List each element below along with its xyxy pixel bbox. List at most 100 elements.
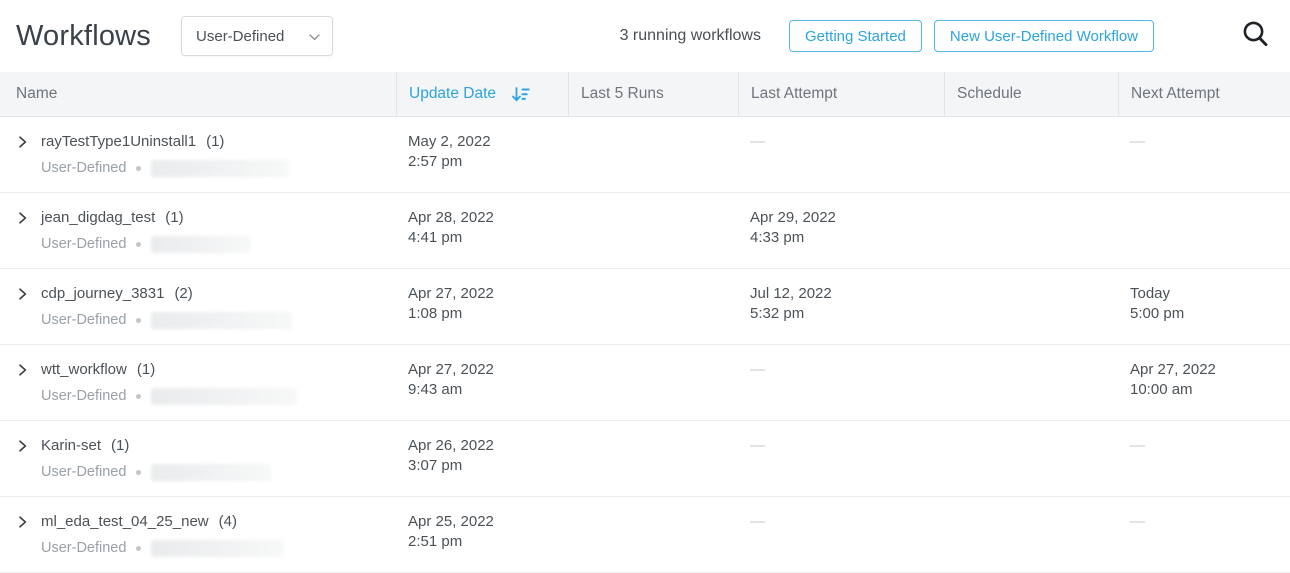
chevron-right-icon[interactable] [16, 211, 29, 231]
chevron-right-icon[interactable] [16, 135, 29, 155]
separator-dot [136, 394, 141, 399]
chevron-right-icon[interactable] [16, 515, 29, 535]
last-attempt-date: — [750, 436, 944, 456]
next-attempt-date: Today [1130, 284, 1290, 304]
workflow-subline: User-Defined [41, 538, 284, 558]
column-header-update-date[interactable]: Update Date [396, 72, 568, 116]
chevron-right-icon[interactable] [16, 287, 29, 307]
chevron-down-icon [309, 28, 320, 45]
last-attempt-cell: Jul 12, 2022 5:32 pm [738, 269, 944, 344]
table-row[interactable]: Karin-set (1) User-Defined Apr 26, 2022 … [0, 421, 1290, 497]
update-time: 4:41 pm [408, 228, 568, 248]
schedule-cell [944, 421, 1118, 496]
table-row[interactable]: wtt_workflow (1) User-Defined Apr 27, 20… [0, 345, 1290, 421]
workflow-subline: User-Defined [41, 234, 251, 254]
column-header-name[interactable]: Name [0, 72, 396, 116]
update-date-cell: May 2, 2022 2:57 pm [396, 117, 568, 192]
next-attempt-date: Apr 27, 2022 [1130, 360, 1290, 380]
schedule-cell [944, 117, 1118, 192]
last-5-runs-cell [568, 497, 738, 572]
last-attempt-cell: Apr 29, 2022 4:33 pm [738, 193, 944, 268]
update-date-cell: Apr 26, 2022 3:07 pm [396, 421, 568, 496]
update-date: Apr 28, 2022 [408, 208, 568, 228]
update-time: 1:08 pm [408, 304, 568, 324]
table-header-row: Name Update Date Last 5 Runs Last Attemp… [0, 72, 1290, 117]
workflow-name[interactable]: jean_digdag_test [41, 208, 155, 228]
name-stack: jean_digdag_test (1) User-Defined [41, 208, 251, 254]
table-row[interactable]: cdp_journey_3831 (2) User-Defined Apr 27… [0, 269, 1290, 345]
table-body: rayTestType1Uninstall1 (1) User-Defined … [0, 117, 1290, 573]
owner-redacted [151, 540, 284, 557]
schedule-cell [944, 193, 1118, 268]
name-stack: ml_eda_test_04_25_new (4) User-Defined [41, 512, 284, 558]
table-row[interactable]: ml_eda_test_04_25_new (4) User-Defined A… [0, 497, 1290, 573]
sort-descending-icon [511, 85, 530, 104]
column-header-schedule[interactable]: Schedule [944, 72, 1118, 116]
column-header-next-attempt[interactable]: Next Attempt [1118, 72, 1290, 116]
last-5-runs-cell [568, 117, 738, 192]
name-stack: Karin-set (1) User-Defined [41, 436, 271, 482]
last-5-runs-cell [568, 193, 738, 268]
chevron-right-icon[interactable] [16, 439, 29, 459]
name-cell: Karin-set (1) User-Defined [0, 421, 396, 496]
next-attempt-date: — [1130, 512, 1290, 532]
workflow-count: (1) [137, 360, 155, 380]
last-attempt-date: Apr 29, 2022 [750, 208, 944, 228]
last-attempt-cell: — [738, 117, 944, 192]
workflow-name[interactable]: ml_eda_test_04_25_new [41, 512, 209, 532]
name-cell: wtt_workflow (1) User-Defined [0, 345, 396, 420]
topbar-right-group: 3 running workflows Getting Started New … [620, 18, 1280, 54]
getting-started-button[interactable]: Getting Started [789, 20, 922, 52]
last-attempt-cell: — [738, 497, 944, 572]
new-workflow-button[interactable]: New User-Defined Workflow [934, 20, 1154, 52]
last-5-runs-cell [568, 421, 738, 496]
table-row[interactable]: jean_digdag_test (1) User-Defined Apr 28… [0, 193, 1290, 269]
owner-redacted [151, 236, 251, 253]
next-attempt-cell: — [1118, 117, 1290, 192]
next-attempt-cell: — [1118, 497, 1290, 572]
last-attempt-cell: — [738, 345, 944, 420]
table-row[interactable]: rayTestType1Uninstall1 (1) User-Defined … [0, 117, 1290, 193]
next-attempt-date: — [1130, 132, 1290, 152]
workflow-type-label: User-Defined [41, 386, 126, 406]
next-attempt-cell: Today 5:00 pm [1118, 269, 1290, 344]
column-header-update-date-label: Update Date [409, 85, 496, 103]
name-stack: cdp_journey_3831 (2) User-Defined [41, 284, 292, 330]
update-date: May 2, 2022 [408, 132, 568, 152]
update-date-cell: Apr 25, 2022 2:51 pm [396, 497, 568, 572]
workflow-type-dropdown[interactable]: User-Defined [181, 16, 333, 56]
update-time: 2:57 pm [408, 152, 568, 172]
separator-dot [136, 242, 141, 247]
workflow-type-dropdown-value: User-Defined [196, 28, 284, 45]
name-stack: wtt_workflow (1) User-Defined [41, 360, 297, 406]
next-attempt-cell: — [1118, 421, 1290, 496]
search-button[interactable] [1238, 18, 1274, 54]
workflow-count: (1) [206, 132, 224, 152]
last-attempt-date: — [750, 512, 944, 532]
last-attempt-date: Jul 12, 2022 [750, 284, 944, 304]
workflow-name[interactable]: cdp_journey_3831 [41, 284, 164, 304]
workflow-type-label: User-Defined [41, 158, 126, 178]
update-date: Apr 25, 2022 [408, 512, 568, 532]
update-date: Apr 26, 2022 [408, 436, 568, 456]
workflow-name[interactable]: wtt_workflow [41, 360, 127, 380]
chevron-right-icon[interactable] [16, 363, 29, 383]
next-attempt-date: — [1130, 436, 1290, 456]
last-attempt-cell: — [738, 421, 944, 496]
workflow-name[interactable]: Karin-set [41, 436, 101, 456]
workflow-type-label: User-Defined [41, 462, 126, 482]
schedule-cell [944, 345, 1118, 420]
workflow-name[interactable]: rayTestType1Uninstall1 [41, 132, 196, 152]
column-header-last-attempt[interactable]: Last Attempt [738, 72, 944, 116]
name-cell: jean_digdag_test (1) User-Defined [0, 193, 396, 268]
workflow-subline: User-Defined [41, 158, 289, 178]
next-attempt-cell: Apr 27, 2022 10:00 am [1118, 345, 1290, 420]
workflow-count: (2) [174, 284, 192, 304]
workflow-type-label: User-Defined [41, 234, 126, 254]
column-header-last-5-runs[interactable]: Last 5 Runs [568, 72, 738, 116]
workflow-subline: User-Defined [41, 462, 271, 482]
update-time: 3:07 pm [408, 456, 568, 476]
owner-redacted [151, 388, 297, 405]
workflows-table: Name Update Date Last 5 Runs Last Attemp… [0, 72, 1290, 573]
separator-dot [136, 318, 141, 323]
